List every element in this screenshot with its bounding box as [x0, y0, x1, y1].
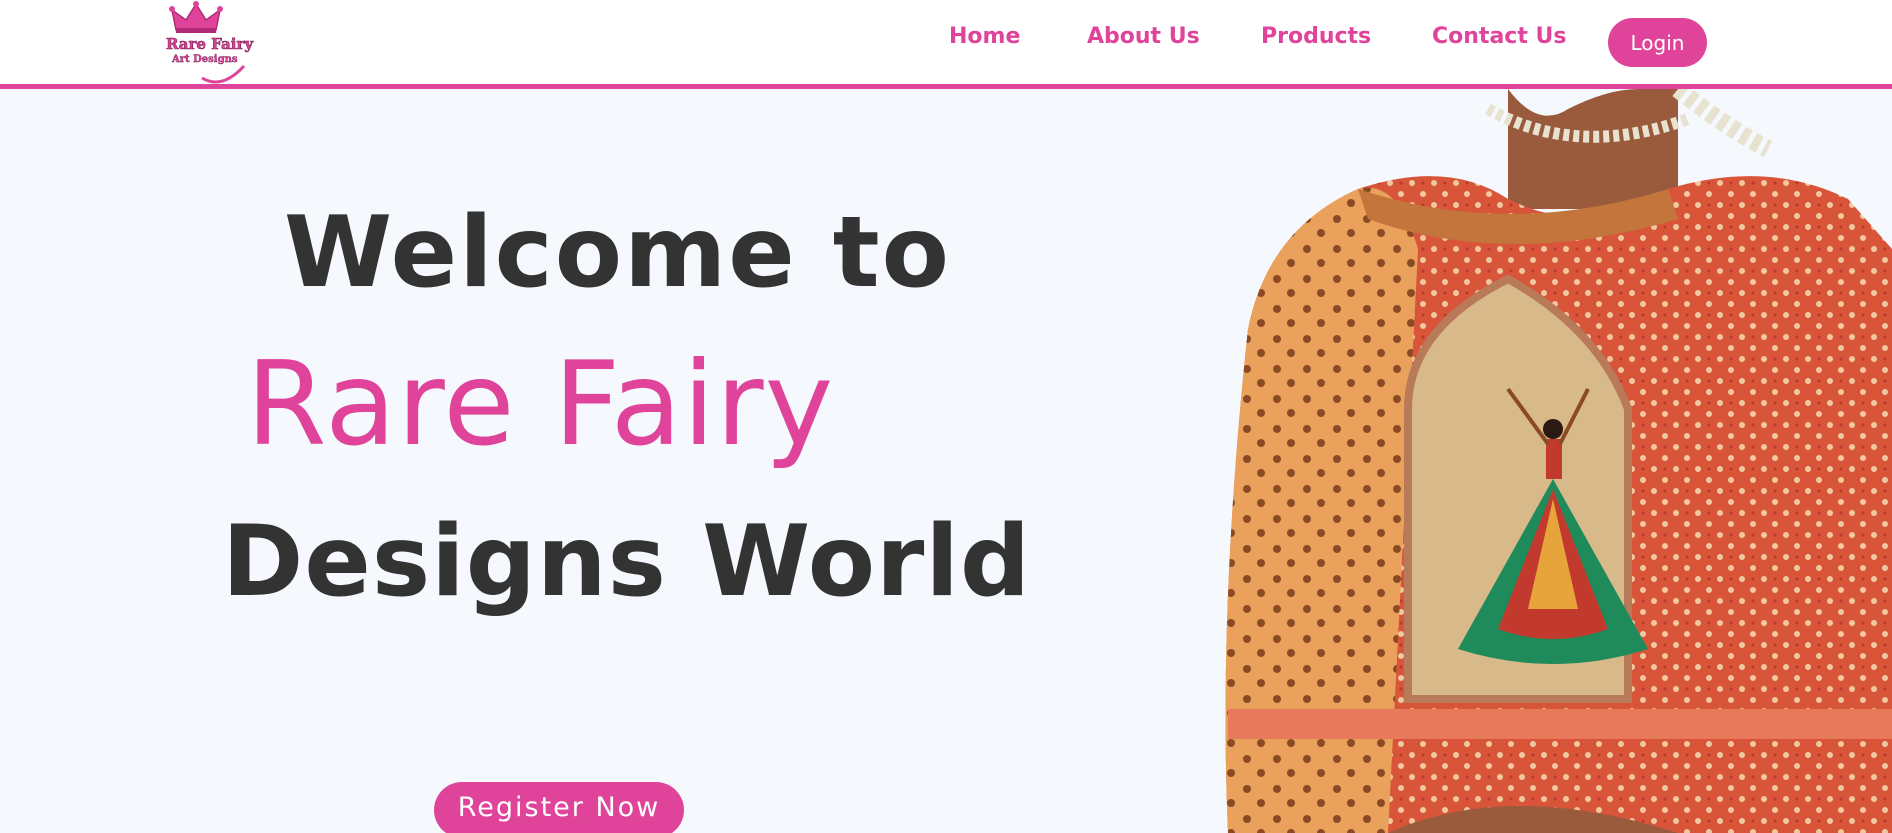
brand-logo[interactable]: Rare Fairy Art Designs: [162, 0, 258, 88]
svg-text:Art Designs: Art Designs: [171, 54, 238, 65]
hero-heading-welcome: Welcome to: [284, 196, 951, 310]
register-button[interactable]: Register Now: [434, 782, 684, 833]
hero-image-embroidered-blouse: [1208, 89, 1892, 833]
login-button[interactable]: Login: [1608, 18, 1707, 67]
hero-heading-brand: Rare Fairy: [246, 337, 835, 472]
hero-heading-designs: Designs World: [222, 505, 1032, 619]
embroidered-blouse-image: [1208, 89, 1892, 833]
top-navbar: Rare Fairy Art Designs Home About Us Pro…: [0, 0, 1892, 89]
crown-logo-icon: Rare Fairy Art Designs: [166, 1, 255, 84]
nav-products-link[interactable]: Products: [1261, 24, 1371, 49]
nav-contact-link[interactable]: Contact Us: [1432, 24, 1566, 49]
nav-home-link[interactable]: Home: [949, 24, 1020, 49]
svg-text:Rare Fairy: Rare Fairy: [166, 35, 254, 53]
nav-about-link[interactable]: About Us: [1087, 24, 1200, 49]
